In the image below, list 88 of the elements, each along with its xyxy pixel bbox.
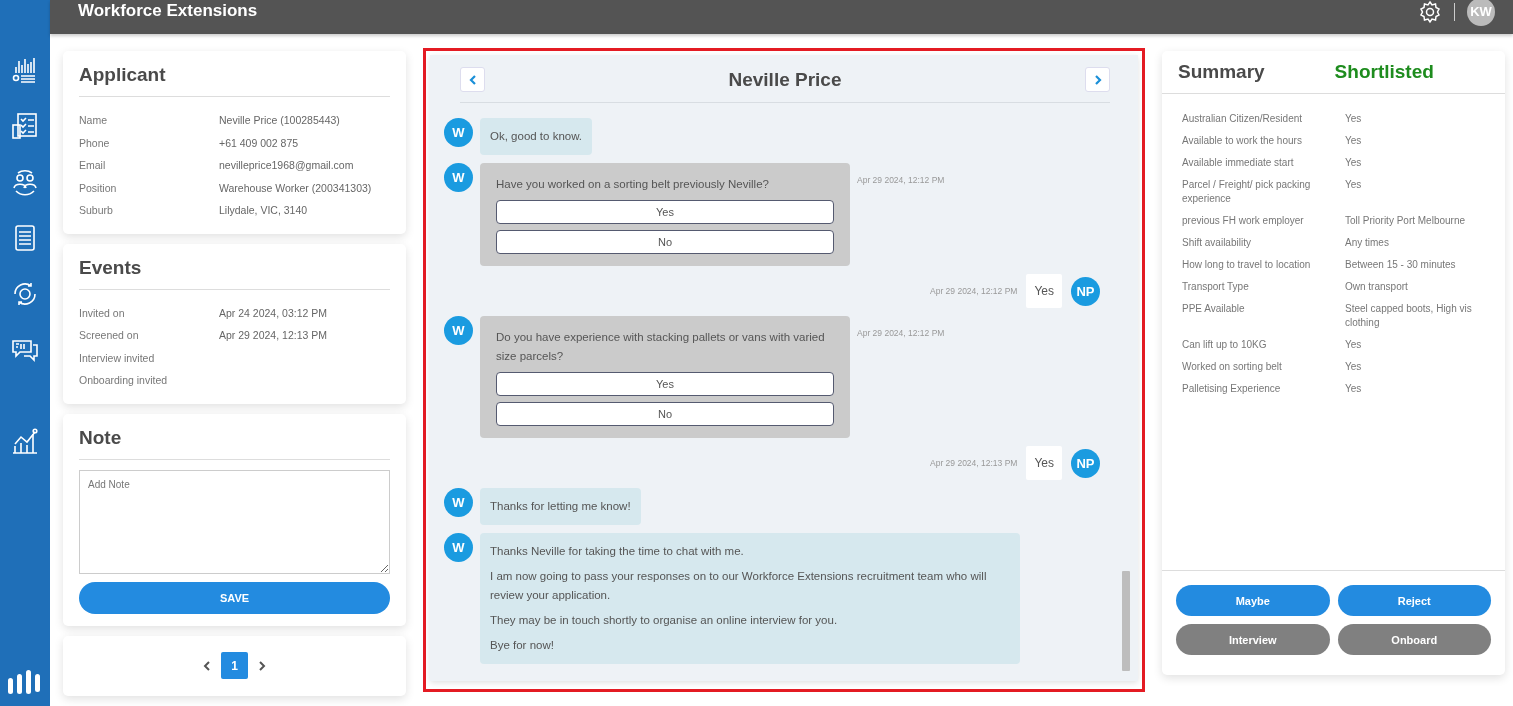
user-avatar: NP	[1071, 448, 1100, 478]
status-label: Shortlisted	[1334, 61, 1434, 83]
summary-value: Yes	[1345, 178, 1363, 192]
message-text: I am now going to pass your responses on to our Workforce Extensions recruitment team who will review your application.	[490, 569, 988, 603]
app-title: Workforce Extensions	[78, 1, 258, 21]
event-label: Screened on	[79, 328, 140, 343]
summary-label: Transport Type	[1182, 280, 1250, 294]
summary-value: Yes	[1345, 338, 1363, 352]
answer-option[interactable]: Yes	[496, 372, 834, 396]
message-text: Ok, good to know.	[490, 129, 583, 144]
field-label: Phone	[79, 135, 111, 151]
action-button[interactable]: Reject	[1337, 585, 1491, 616]
card-title: Summary	[1178, 61, 1265, 83]
summary-label: Shift availability	[1182, 236, 1252, 250]
message-text: Thanks Neville for taking the time to chat with me.	[490, 544, 745, 559]
summary-label: Palletising Experience	[1182, 382, 1282, 396]
field-value: nevilleprice1968@gmail.com	[219, 158, 354, 173]
bot-avatar: W	[444, 488, 473, 517]
logo-icon	[7, 670, 43, 696]
chat-title: Neville Price	[728, 68, 842, 91]
summary-label: Parcel / Freight/ pick packing experience	[1182, 178, 1312, 206]
summary-label: Worked on sorting belt	[1182, 360, 1283, 374]
field-label: Email	[79, 158, 107, 173]
action-button[interactable]: Maybe	[1176, 585, 1330, 616]
summary-label: Available to work the hours	[1182, 134, 1303, 148]
summary-label: Available immediate start	[1182, 156, 1295, 170]
summary-value: Own transport	[1345, 280, 1409, 294]
summary-value: Yes	[1345, 360, 1363, 374]
growth-chart-icon[interactable]	[10, 426, 40, 456]
next-page-icon[interactable]	[258, 659, 266, 672]
bot-avatar: W	[444, 163, 473, 192]
summary-value: Toll Priority Port Melbourne	[1345, 214, 1467, 228]
summary-label: Can lift up to 10KG	[1182, 338, 1268, 352]
summary-value: Yes	[1345, 112, 1363, 126]
settings-icon[interactable]	[1418, 0, 1442, 24]
save-button[interactable]: SAVE	[79, 581, 390, 614]
summary-value: Between 15 - 30 minutes	[1345, 258, 1457, 272]
message-time: Apr 29 2024, 12:12 PM	[857, 174, 945, 185]
user-message: Yes	[1026, 446, 1062, 480]
summary-value: Yes	[1345, 156, 1363, 170]
message-time: Apr 29 2024, 12:12 PM	[930, 286, 1018, 296]
message-time: Apr 29 2024, 12:13 PM	[930, 458, 1018, 468]
summary-value: Steel capped boots, High vis clothing	[1345, 302, 1473, 330]
user-message: Yes	[1026, 274, 1062, 308]
summary-value: Yes	[1345, 382, 1363, 396]
next-button[interactable]	[1085, 67, 1110, 92]
summary-label: PPE Available	[1182, 302, 1246, 316]
card-title: Note	[79, 423, 390, 460]
summary-value: Yes	[1345, 134, 1363, 148]
field-label: Position	[79, 180, 118, 196]
event-date: Apr 24 2024, 03:12 PM	[219, 305, 327, 321]
card-title: Events	[79, 253, 390, 290]
event-label: Onboarding invited	[79, 373, 169, 388]
summary-value: Any times	[1345, 236, 1390, 250]
field-value: Neville Price (100285443)	[219, 113, 340, 128]
message-text: Thanks for letting me know!	[490, 499, 631, 514]
previous-button[interactable]	[460, 67, 485, 92]
message-text: They may be in touch shortly to organise an online interview for you.	[490, 613, 839, 628]
field-value: Lilydale, VIC, 3140	[219, 203, 308, 218]
bot-avatar: W	[444, 118, 473, 147]
checklist-icon[interactable]	[10, 111, 40, 141]
question-text: Have you worked on a sorting belt previously Neville?	[496, 177, 770, 192]
answer-option[interactable]: Yes	[496, 200, 834, 224]
chevron-left-icon	[468, 73, 477, 86]
bot-avatar: W	[444, 533, 473, 562]
page-button[interactable]: 1	[221, 652, 248, 679]
summary-label: Australian Citizen/Resident	[1182, 112, 1304, 126]
summary-label: previous FH work employer	[1182, 214, 1305, 228]
answer-option[interactable]: No	[496, 230, 834, 254]
people-cycle-icon[interactable]	[10, 167, 40, 197]
field-label: Name	[79, 113, 108, 128]
message-time: Apr 29 2024, 12:12 PM	[857, 327, 945, 338]
event-label: Invited on	[79, 305, 126, 321]
field-label: Suburb	[79, 203, 114, 218]
bot-avatar: W	[444, 316, 473, 345]
card-title: Applicant	[79, 61, 390, 97]
chevron-right-icon	[1093, 73, 1102, 86]
note-field[interactable]: Add Note	[79, 469, 390, 574]
event-date: Apr 29 2024, 12:13 PM	[219, 328, 327, 343]
answer-option[interactable]: No	[496, 402, 834, 426]
user-avatar: NP	[1071, 276, 1100, 306]
question-text: Do you have experience with stacking pallets or vans with varied size parcels?	[496, 330, 826, 364]
message-text: Bye for now!	[490, 638, 555, 653]
field-value: Warehouse Worker (200341303)	[219, 180, 372, 196]
field-value: +61 409 002 875	[219, 135, 299, 151]
previous-page-icon[interactable]	[203, 659, 211, 672]
summary-label: How long to travel to location	[1182, 258, 1312, 272]
event-label: Interview invited	[79, 350, 156, 366]
